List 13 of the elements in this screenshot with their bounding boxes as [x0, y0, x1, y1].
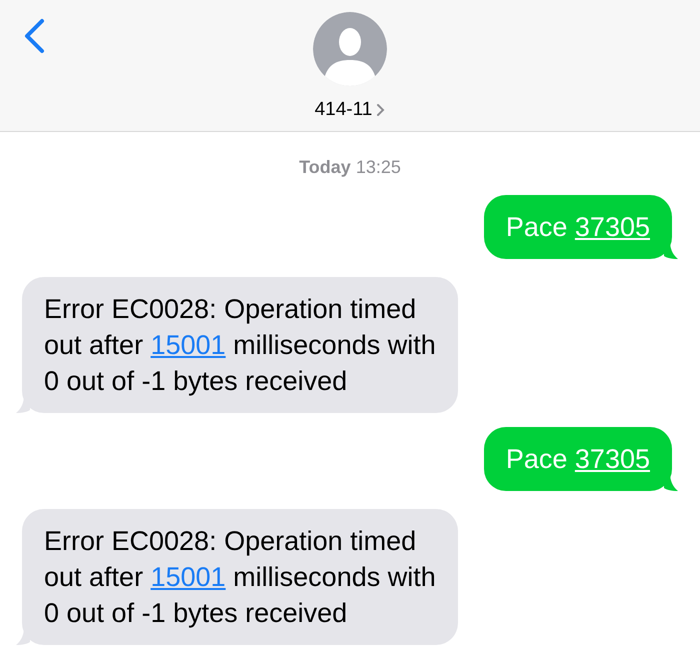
back-icon[interactable] — [22, 18, 46, 54]
message-text: Pace 37305 — [506, 211, 650, 244]
message-text: Pace 37305 — [506, 443, 650, 476]
contact-name[interactable]: 414-11 — [314, 96, 372, 124]
message-link[interactable]: 15001 — [150, 330, 226, 360]
avatar-icon[interactable] — [313, 12, 387, 86]
message-text: Error EC0028: Operation timed out after 15001 milliseconds with 0 out of -1 bytes received — [44, 525, 436, 630]
message-text: Error EC0028: Operation timed out after 15001 milliseconds with 0 out of -1 bytes received — [44, 293, 436, 398]
message-link[interactable]: 37305 — [574, 444, 650, 474]
message-link[interactable]: 37305 — [574, 212, 650, 242]
message-link[interactable]: 15001 — [150, 562, 226, 592]
timestamp: Today 13:25 — [299, 156, 401, 179]
chevron-right-icon[interactable] — [376, 103, 386, 118]
